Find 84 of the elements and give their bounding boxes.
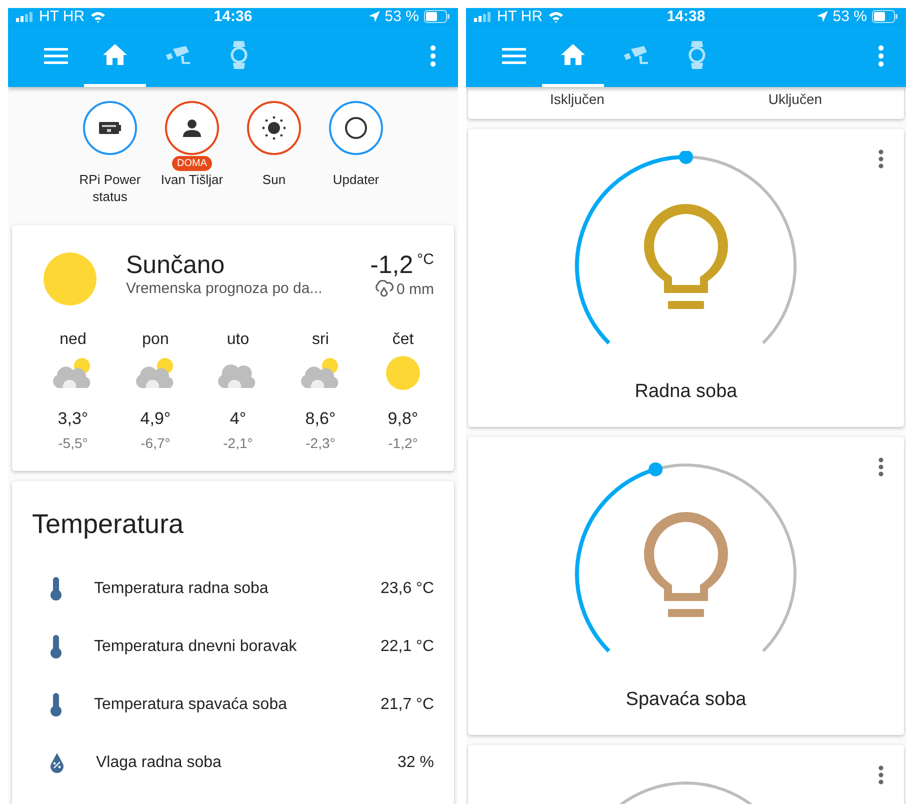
forecast-high: 4,9° xyxy=(140,409,171,429)
security-camera-icon xyxy=(164,46,190,64)
water-drop-icon xyxy=(50,753,64,773)
switch-state-label: Isključen xyxy=(550,91,604,107)
person-icon xyxy=(183,119,201,137)
sensor-name: Vlaga radna soba xyxy=(96,754,222,772)
forecast-low: -2,3° xyxy=(306,435,336,451)
status-time: 14:36 xyxy=(214,8,252,25)
sensor-value: 22,1 °C xyxy=(380,638,434,656)
forecast-high: 3,3° xyxy=(58,409,88,429)
badge-label: Updater xyxy=(332,171,380,188)
temperature-unit: °C xyxy=(417,251,434,268)
watch-icon xyxy=(230,40,248,68)
battery-icon xyxy=(424,10,450,23)
signal-icon xyxy=(16,12,34,22)
rain-cloud-icon xyxy=(374,280,394,298)
status-time: 14:38 xyxy=(666,8,706,25)
menu-icon[interactable] xyxy=(502,47,526,65)
sensor-value: 23,6 °C xyxy=(380,580,434,598)
more-options-icon[interactable] xyxy=(430,45,436,67)
sensor-name: Temperatura dnevni boravak xyxy=(94,638,298,656)
thermometer-icon xyxy=(50,693,62,717)
more-options-icon[interactable] xyxy=(878,149,884,169)
carrier-name: HT HR xyxy=(497,8,543,25)
security-camera-icon xyxy=(622,46,648,64)
forecast-day: ned xyxy=(60,331,86,349)
entity-badge[interactable] xyxy=(247,101,301,155)
sensor-name: Temperatura spavaća soba xyxy=(94,696,288,714)
brightness-slider[interactable] xyxy=(575,151,796,344)
forecast-low: -2,1° xyxy=(223,435,253,451)
forecast-low: -5,5° xyxy=(58,435,88,451)
state-tag: DOMA xyxy=(172,156,212,171)
signal-icon xyxy=(474,12,492,22)
light-card[interactable]: Spavaća soba xyxy=(468,437,904,735)
thermometer-icon xyxy=(50,577,62,601)
forecast-day: uto xyxy=(226,331,250,349)
sun-icon xyxy=(42,251,98,307)
forecast-low: -6,7° xyxy=(140,435,170,451)
menu-icon[interactable] xyxy=(44,47,68,65)
watch-icon xyxy=(688,40,706,68)
forecast-low: -1,2° xyxy=(388,435,418,451)
badge-label: RPi Power status xyxy=(78,171,142,205)
badge-label: Ivan Tišljar xyxy=(160,171,224,188)
forecast-day: čet xyxy=(392,331,414,349)
home-icon xyxy=(103,44,127,66)
precipitation: 0 mm xyxy=(396,280,434,298)
carrier-name: HT HR xyxy=(39,8,85,25)
home-icon xyxy=(561,44,585,66)
sensor-name: Temperatura radna soba xyxy=(94,580,270,598)
wifi-icon xyxy=(548,10,564,22)
location-arrow-icon xyxy=(816,11,828,22)
light-name: Radna soba xyxy=(634,381,738,403)
sun-icon xyxy=(385,355,421,391)
thermometer-icon xyxy=(50,635,62,659)
brightness-slider[interactable] xyxy=(575,462,796,652)
battery-percent: 53 % xyxy=(384,8,419,25)
weather-condition: Sunčano xyxy=(126,251,226,280)
more-options-icon[interactable] xyxy=(878,457,884,477)
weather-subtitle: Vremenska prognoza po da... xyxy=(126,280,324,297)
wifi-icon xyxy=(90,10,106,22)
sensor-value: 32 % xyxy=(398,754,434,772)
forecast-day: pon xyxy=(142,331,169,349)
more-options-icon[interactable] xyxy=(878,45,884,67)
card-title: Temperatura xyxy=(32,509,185,540)
circuit-board-icon xyxy=(99,120,121,136)
entity-badge[interactable] xyxy=(165,101,219,155)
badge-label: Sun xyxy=(262,171,286,188)
switch-state-label: Uključen xyxy=(768,91,822,107)
light-card[interactable]: Radna soba xyxy=(468,129,904,427)
entity-badge[interactable] xyxy=(329,101,383,155)
entity-badge[interactable] xyxy=(83,101,137,155)
sun-icon xyxy=(262,116,286,140)
current-temperature: -1,2 xyxy=(370,251,414,280)
battery-percent: 53 % xyxy=(832,8,867,25)
location-arrow-icon xyxy=(368,11,380,22)
battery-icon xyxy=(872,10,898,23)
light-name: Spavaća soba xyxy=(626,689,746,711)
forecast-day: sri xyxy=(312,331,329,349)
sensor-value: 21,7 °C xyxy=(380,696,434,714)
forecast-high: 8,6° xyxy=(305,409,336,429)
circle-outline-icon xyxy=(344,116,368,140)
more-options-icon[interactable] xyxy=(878,765,884,785)
forecast-high: 4° xyxy=(230,409,246,429)
forecast-high: 9,8° xyxy=(388,409,418,429)
